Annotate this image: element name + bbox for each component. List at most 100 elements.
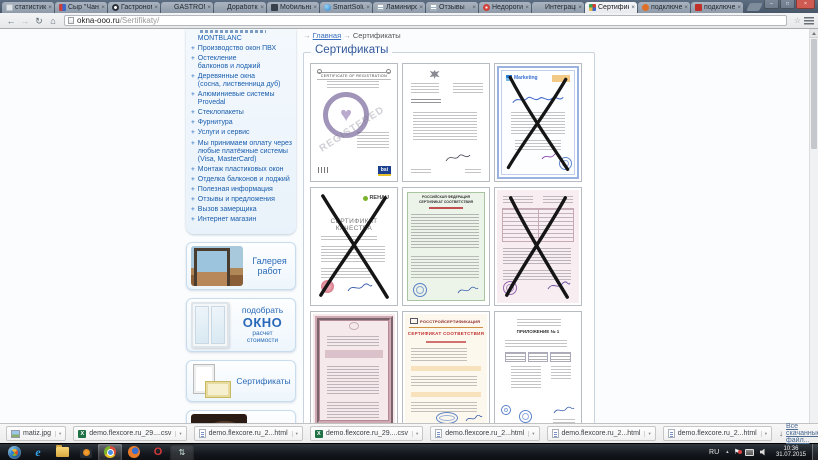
menu-item[interactable]: +Фурнитура [191,119,293,127]
start-button[interactable] [2,444,26,460]
download-caret-icon[interactable]: ▾ [761,431,769,437]
window-close-button[interactable]: × [796,0,815,9]
browser-tab[interactable]: Сыр "Чанах"× [55,2,107,13]
address-bar[interactable]: okna-ooo.ru/Sertifikaty/ [64,15,787,26]
tab-close-icon[interactable]: × [682,4,690,11]
tab-close-icon[interactable]: × [735,4,743,11]
taskbar-opera-button[interactable]: O [146,444,170,460]
browser-tab[interactable]: подключени× [638,2,690,13]
browser-tab[interactable]: Ламиниров× [373,2,425,13]
download-item[interactable]: matiz.jpg▾ [6,426,66,441]
browser-tab[interactable]: Мобильный× [267,2,319,13]
taskbar-ie-button[interactable]: e [26,444,50,460]
menu-item[interactable]: +Мы принимаем оплату через любые платёжн… [191,140,293,164]
menu-item[interactable]: +Отзывы и предложения [191,196,293,204]
window-calculator-widget[interactable]: подобрать ОКНО расчет стоимости [186,298,296,352]
download-item[interactable]: demo.flexcore.ru_2...html▾ [194,426,303,441]
menu-item[interactable]: +Монтаж пластиковых окон [191,166,293,174]
tab-close-icon[interactable]: × [417,4,425,11]
tab-close-icon[interactable]: × [523,4,531,11]
clock[interactable]: 10:36 31.07.2015 [770,446,812,459]
tab-close-icon[interactable]: × [364,4,372,11]
download-item[interactable]: demo.flexcore.ru_2...html▾ [430,426,539,441]
browser-menu-icon[interactable] [804,17,814,25]
tab-close-icon[interactable]: × [99,4,107,11]
certificate-appendix-thumbnail[interactable]: ПРИЛОЖЕНИЕ № 1 [497,314,579,423]
certificate-letter-thumbnail[interactable] [405,66,487,179]
download-caret-icon[interactable]: ▾ [292,431,300,437]
browser-tab[interactable]: статистика× [2,2,54,13]
tab-close-icon[interactable]: × [46,4,54,11]
menu-item[interactable]: +Производство окон ПВХ [191,45,293,53]
certificate-sanitary-thumbnail[interactable] [313,314,395,423]
download-item[interactable]: demo.flexcore.ru_2...html▾ [663,426,772,441]
browser-tab[interactable]: Гастрономи× [108,2,160,13]
certificate-rehau-quality-thumbnail[interactable]: REHAU СЕРТИФИКАТ КАЧЕСТВА [313,190,395,303]
taskbar-transfer-button[interactable]: ⇅ [170,444,194,460]
back-button[interactable]: ← [4,14,18,28]
breadcrumb-home-link[interactable]: Главная [313,31,342,40]
taskbar-media-player-button[interactable] [74,444,98,460]
network-icon[interactable] [745,449,754,456]
browser-tab[interactable]: Недорогие× [479,2,531,13]
new-tab-button[interactable] [746,3,763,11]
browser-tab-active[interactable]: Сертификат× [585,2,637,13]
tab-close-icon[interactable]: × [576,4,584,11]
certificate-green-gost-thumbnail[interactable]: РОССИЙСКАЯ ФЕДЕРАЦИЯ СЕРТИФИКАТ СООТВЕТС… [405,190,487,303]
certificate-crossed-pink-thumbnail[interactable] [497,190,579,303]
browser-tab[interactable]: Отзывы× [426,2,478,13]
show-all-downloads-link[interactable]: Все скачанные файл... [786,423,818,444]
menu-item[interactable]: +Полезная информация [191,186,293,194]
download-caret-icon[interactable]: ▾ [55,431,63,437]
menu-item[interactable]: +Отделка балконов и лоджий [191,176,293,184]
gallery-widget[interactable]: Галереяработ [186,242,296,290]
tab-close-icon[interactable]: × [311,4,319,11]
menu-item[interactable]: +Интернет магазин [191,216,293,224]
menu-item[interactable]: +Услуги и сервис [191,129,293,137]
download-caret-icon[interactable]: ▾ [412,431,420,437]
tab-close-icon[interactable]: × [258,4,266,11]
download-item[interactable]: demo.flexcore.ru_2...html▾ [547,426,656,441]
window-maximize-button[interactable]: □ [780,0,795,9]
browser-tab[interactable]: GASTRONOM× [161,2,213,13]
browser-tab[interactable]: SmartSoluti× [320,2,372,13]
bookmark-star-icon[interactable]: ☆ [794,16,801,25]
tab-close-icon[interactable]: × [152,4,160,11]
certificate-crossed-blue-thumbnail[interactable]: Marketing [497,66,579,179]
show-desktop-button[interactable] [812,444,818,460]
online-consultant-widget[interactable]: ONLINE [186,410,296,423]
forward-button[interactable]: → [18,14,32,28]
menu-item[interactable]: +Вызов замерщика [191,206,293,214]
tab-close-icon[interactable]: × [629,4,637,11]
action-center-flag-icon[interactable]: ⚑ [732,448,742,456]
taskbar-explorer-button[interactable] [50,444,74,460]
certificate-bsi-thumbnail[interactable]: CERTIFICATE OF REGISTRATION ♥ REGISTERED… [313,66,395,179]
menu-item[interactable]: +MONTBLANC [191,35,293,43]
download-caret-icon[interactable]: ▾ [528,431,536,437]
browser-tab[interactable]: подключени× [691,2,743,13]
certificates-widget[interactable]: Сертификаты [186,360,296,402]
home-button[interactable]: ⌂ [46,14,60,28]
download-caret-icon[interactable]: ▾ [175,431,183,437]
scrollbar-up-arrow[interactable] [810,29,818,38]
certificate-rosstroy-thumbnail[interactable]: РОССТРОЙСЕРТИФИКАЦИЯ СЕРТИФИКАТ СООТВЕТС… [405,314,487,423]
menu-item[interactable]: +Остекление балконов и лоджий [191,55,293,71]
taskbar-chrome-button[interactable] [98,444,122,460]
download-caret-icon[interactable]: ▾ [644,431,652,437]
page-scrollbar[interactable] [809,29,818,423]
refresh-button[interactable]: ↻ [32,14,46,28]
window-minimize-button[interactable]: – [764,0,779,9]
scrollbar-thumb[interactable] [811,39,817,149]
tab-close-icon[interactable]: × [470,4,478,11]
download-item[interactable]: demo.flexcore.ru_29....csv▾ [310,426,423,441]
menu-item[interactable]: +Стеклопакеты [191,109,293,117]
tray-expand-icon[interactable]: ▴ [723,449,732,455]
download-item[interactable]: demo.flexcore.ru_29....csv▾ [73,426,186,441]
menu-item[interactable]: +Деревянные окна (сосна, лиственница дуб… [191,73,293,89]
language-indicator[interactable]: RU [705,449,723,456]
taskbar-firefox-button[interactable] [122,444,146,460]
speaker-icon[interactable] [760,449,767,456]
menu-item[interactable]: +Алюминиевые системы Provedal [191,91,293,107]
tab-close-icon[interactable]: × [205,4,213,11]
browser-tab[interactable]: Интеграции× [532,2,584,13]
